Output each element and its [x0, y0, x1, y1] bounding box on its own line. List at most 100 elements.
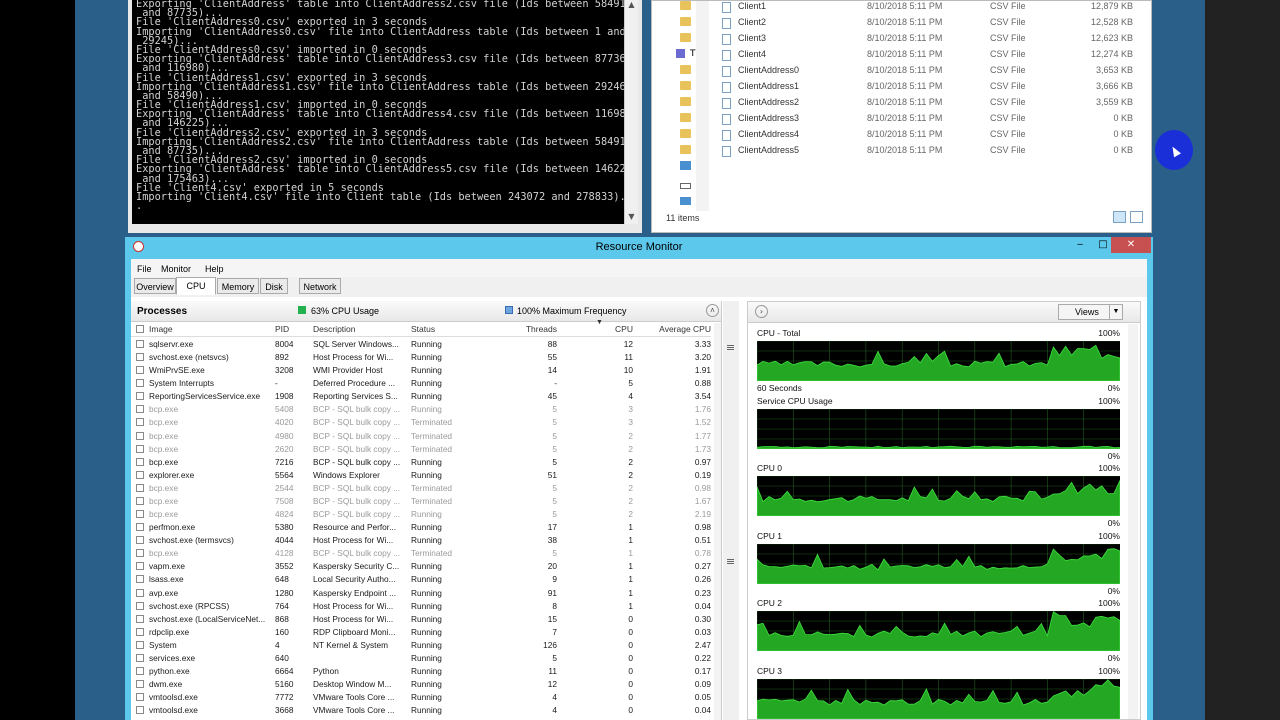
folder-icon[interactable]	[680, 1, 691, 10]
tab-cpu[interactable]: CPU	[176, 277, 216, 295]
process-checkbox[interactable]	[136, 640, 144, 649]
process-row[interactable]: bcp.exe 4128 BCP - SQL bulk copy ... Termin…	[131, 547, 711, 560]
process-checkbox[interactable]	[136, 549, 144, 558]
process-row[interactable]: vmtoolsd.exe 3668 VMware Tools Core ... Run…	[131, 704, 711, 717]
process-row[interactable]: bcp.exe 4020 BCP - SQL bulk copy ... Termin…	[131, 416, 711, 429]
process-row[interactable]: bcp.exe 7508 BCP - SQL bulk copy ... Termin…	[131, 495, 711, 508]
title-bar[interactable]: Resource Monitor ‒ □ ✕	[125, 237, 1153, 259]
folder-icon[interactable]	[680, 81, 691, 90]
process-checkbox[interactable]	[136, 575, 144, 584]
menu-file[interactable]: File	[137, 264, 152, 274]
tab-network[interactable]: Network	[299, 278, 341, 294]
process-checkbox[interactable]	[136, 418, 144, 427]
process-checkbox[interactable]	[136, 379, 144, 388]
process-checkbox[interactable]	[136, 627, 144, 636]
menu-help[interactable]: Help	[205, 264, 224, 274]
process-row[interactable]: bcp.exe 4824 BCP - SQL bulk copy ... Runnin…	[131, 508, 711, 521]
details-view-icon[interactable]	[1113, 211, 1126, 223]
process-checkbox[interactable]	[136, 706, 144, 715]
views-dropdown[interactable]: Views ▼	[1058, 304, 1123, 320]
process-row[interactable]: ReportingServicesService.exe 1908 Reportin…	[131, 390, 711, 403]
close-icon[interactable]: ✕	[1111, 237, 1151, 253]
process-row[interactable]: bcp.exe 5408 BCP - SQL bulk copy ... Runnin…	[131, 403, 711, 416]
process-row[interactable]: vmtoolsd.exe 7772 VMware Tools Core ... Run…	[131, 691, 711, 704]
process-row[interactable]: svchost.exe (netsvcs) 892 Host Process for…	[131, 351, 711, 364]
large-icons-view-icon[interactable]	[1130, 211, 1143, 223]
tab-overview[interactable]: Overview	[134, 278, 176, 294]
process-checkbox[interactable]	[136, 510, 144, 519]
process-checkbox[interactable]	[136, 353, 144, 362]
graphs-scrollbar[interactable]	[1128, 324, 1138, 719]
folder-icon[interactable]	[680, 17, 691, 26]
process-row[interactable]: python.exe 6664 Python Running 11 0 0.17	[131, 665, 711, 678]
process-checkbox[interactable]	[136, 653, 144, 662]
process-row[interactable]: services.exe 640 Running 5 0 0.22	[131, 652, 711, 665]
process-row[interactable]: svchost.exe (RPCSS) 764 Host Process for W…	[131, 600, 711, 613]
select-all-checkbox[interactable]	[136, 325, 144, 333]
scroll-down-icon[interactable]: ▼	[625, 212, 638, 221]
process-row[interactable]: System 4 NT Kernel & System Running 126 0 2.47	[131, 639, 711, 652]
column-average-cpu[interactable]: Average CPU	[637, 324, 711, 334]
folder-icon[interactable]	[680, 33, 691, 42]
panel-splitter[interactable]	[723, 301, 739, 720]
process-checkbox[interactable]	[136, 431, 144, 440]
process-checkbox[interactable]	[136, 693, 144, 702]
column-pid[interactable]: PID	[275, 324, 289, 334]
process-checkbox[interactable]	[136, 601, 144, 610]
process-row[interactable]: bcp.exe 7216 BCP - SQL bulk copy ... Runnin…	[131, 456, 711, 469]
process-row[interactable]: bcp.exe 2620 BCP - SQL bulk copy ... Termin…	[131, 443, 711, 456]
process-checkbox[interactable]	[136, 405, 144, 414]
tab-disk[interactable]: Disk	[260, 278, 288, 294]
process-row[interactable]: perfmon.exe 5380 Resource and Perfor... Run…	[131, 521, 711, 534]
process-row[interactable]: rdpclip.exe 160 RDP Clipboard Moni... Runni…	[131, 626, 711, 639]
processes-header[interactable]: Processes 63% CPU Usage 100% Maximum Fre…	[131, 301, 721, 322]
drive-icon[interactable]	[680, 183, 691, 189]
process-row[interactable]: sqlservr.exe 8004 SQL Server Windows... Run…	[131, 338, 711, 351]
process-checkbox[interactable]	[136, 366, 144, 375]
folder-icon[interactable]	[680, 97, 691, 106]
process-row[interactable]: vapm.exe 3552 Kaspersky Security C... Runni…	[131, 560, 711, 573]
column-image[interactable]: Image	[149, 324, 173, 334]
column-description[interactable]: Description	[313, 324, 356, 334]
nav-item-label[interactable]: T	[690, 49, 696, 59]
folder-icon[interactable]	[680, 113, 691, 122]
folder-icon[interactable]	[680, 145, 691, 154]
process-checkbox[interactable]	[136, 523, 144, 532]
process-checkbox[interactable]	[136, 536, 144, 545]
tab-memory[interactable]: Memory	[217, 278, 259, 294]
process-row[interactable]: System Interrupts - Deferred Procedure ...…	[131, 377, 711, 390]
computer-icon[interactable]	[680, 197, 691, 205]
navigation-scrollbar[interactable]	[696, 1, 709, 211]
process-row[interactable]: lsass.exe 648 Local Security Autho... Runni…	[131, 573, 711, 586]
process-checkbox[interactable]	[136, 680, 144, 689]
process-checkbox[interactable]	[136, 496, 144, 505]
process-row[interactable]: bcp.exe 2544 BCP - SQL bulk copy ... Termin…	[131, 482, 711, 495]
collapse-icon[interactable]: ˄	[706, 304, 719, 317]
folder-icon[interactable]	[680, 129, 691, 138]
menu-monitor[interactable]: Monitor	[161, 264, 191, 274]
process-row[interactable]: explorer.exe 5564 Windows Explorer Running 5…	[131, 469, 711, 482]
process-checkbox[interactable]	[136, 483, 144, 492]
process-row[interactable]: svchost.exe (termsvcs) 4044 Host Process f…	[131, 534, 711, 547]
process-checkbox[interactable]	[136, 588, 144, 597]
process-row[interactable]: bcp.exe 4980 BCP - SQL bulk copy ... Termin…	[131, 430, 711, 443]
minimize-icon[interactable]: ‒	[1069, 237, 1091, 253]
processes-scrollbar[interactable]	[714, 323, 721, 720]
process-checkbox[interactable]	[136, 444, 144, 453]
process-row[interactable]: dwm.exe 5160 Desktop Window M... Running 12 0…	[131, 678, 711, 691]
process-checkbox[interactable]	[136, 340, 144, 348]
process-checkbox[interactable]	[136, 562, 144, 571]
process-row[interactable]: avp.exe 1280 Kaspersky Endpoint ... Running…	[131, 587, 711, 600]
folder-icon[interactable]	[680, 65, 691, 74]
process-checkbox[interactable]	[136, 667, 144, 675]
drive-icon[interactable]	[676, 49, 685, 58]
process-row[interactable]: svchost.exe (LocalServiceNet... 868 Host P…	[131, 613, 711, 626]
column-status[interactable]: Status	[411, 324, 435, 334]
console-scrollbar[interactable]: ▲ ▼	[624, 0, 638, 224]
expand-icon[interactable]: ›	[755, 305, 768, 318]
network-icon[interactable]	[680, 161, 691, 170]
process-checkbox[interactable]	[136, 614, 144, 623]
process-row[interactable]: WmiPrvSE.exe 3208 WMI Provider Host Running…	[131, 364, 711, 377]
scroll-up-icon[interactable]: ▲	[625, 0, 638, 9]
process-checkbox[interactable]	[136, 392, 144, 401]
